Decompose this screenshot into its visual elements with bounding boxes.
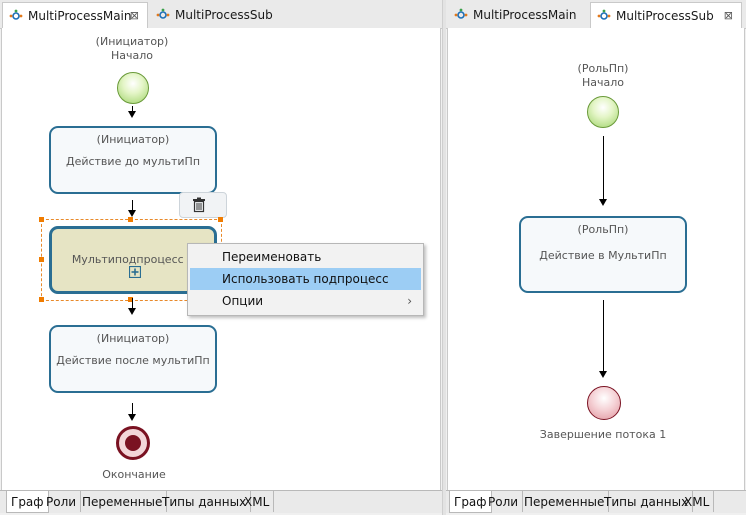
tab-xml[interactable]: XML <box>240 491 275 512</box>
tab-xml[interactable]: XML <box>680 491 715 512</box>
start-role-label: (РольПп) <box>577 62 629 75</box>
end-event[interactable] <box>587 386 621 420</box>
trash-icon <box>193 197 205 213</box>
start-event[interactable] <box>117 72 149 104</box>
resize-handle[interactable] <box>39 257 44 262</box>
menu-item-use-subprocess[interactable]: Использовать подпроцесс <box>190 268 421 290</box>
resize-handle[interactable] <box>39 297 44 302</box>
end-event[interactable] <box>116 426 150 460</box>
close-icon[interactable]: ⊠ <box>130 9 139 22</box>
close-icon[interactable]: ⊠ <box>724 9 733 22</box>
tab-label: MultiProcessMain <box>28 9 132 23</box>
bottom-tab-bar: Граф Роли Переменные Типы данных XML <box>446 490 746 513</box>
process-icon <box>597 9 611 23</box>
task-role: (РольПп) <box>577 223 629 236</box>
graph-canvas[interactable]: (РольПп) Начало (РольПп) Действие в Муль… <box>447 28 745 490</box>
tab-multiprocessmain[interactable]: MultiProcessMain ⊠ <box>2 2 148 29</box>
edge-line <box>603 300 604 371</box>
tab-roles[interactable]: Роли <box>484 491 524 512</box>
edge-line <box>132 403 133 414</box>
edge-line <box>603 136 604 199</box>
task-action-before[interactable]: (Инициатор) Действие до мультиПп <box>49 126 217 194</box>
end-name-label: Завершение потока 1 <box>539 428 667 441</box>
delete-button[interactable] <box>179 192 227 218</box>
tab-label: MultiProcessMain <box>473 8 577 22</box>
process-icon <box>9 9 23 23</box>
tab-multiprocesssub[interactable]: MultiProcessSub ⊠ <box>590 2 742 29</box>
menu-item-options[interactable]: Опции › <box>190 290 421 312</box>
task-name: Действие до мультиПп <box>65 155 201 168</box>
chevron-right-icon: › <box>407 294 412 308</box>
resize-handle[interactable] <box>218 217 223 222</box>
editor-tab-bar: MultiProcessMain MultiProcessSub ⊠ <box>446 0 746 29</box>
tab-roles[interactable]: Роли <box>42 491 82 512</box>
start-role-label: (Инициатор) <box>95 35 169 48</box>
task-role: (Инициатор) <box>96 133 170 146</box>
context-menu: Переименовать Использовать подпроцесс Оп… <box>187 243 424 316</box>
task-action-after[interactable]: (Инициатор) Действие после мультиПп <box>49 325 217 393</box>
start-name-label: Начало <box>110 49 153 62</box>
tab-data-types[interactable]: Типы данных <box>158 491 252 512</box>
tab-multiprocesssub[interactable]: MultiProcessSub <box>150 2 290 28</box>
start-name-label: Начало <box>581 76 624 89</box>
arrow-head <box>128 210 136 217</box>
start-event[interactable] <box>587 96 619 128</box>
bottom-tab-bar: Граф Роли Переменные Типы данных XML <box>0 490 442 513</box>
resize-handle[interactable] <box>39 217 44 222</box>
task-name: Действие после мультиПп <box>56 354 210 367</box>
resize-handle[interactable] <box>128 217 133 222</box>
menu-item-rename[interactable]: Переименовать <box>190 246 421 268</box>
edge-line <box>132 298 133 308</box>
left-editor-pane: MultiProcessMain ⊠ MultiProcessSub (Иниц… <box>0 0 442 515</box>
task-action-in-multipp[interactable]: (РольПп) Действие в МультиПп <box>519 216 687 293</box>
arrow-head <box>128 414 136 421</box>
tab-label: MultiProcessSub <box>616 9 714 23</box>
process-icon <box>156 8 170 22</box>
right-editor-pane: MultiProcessMain MultiProcessSub ⊠ (Роль… <box>446 0 746 515</box>
end-name-label: Окончание <box>102 468 166 481</box>
process-icon <box>454 8 468 22</box>
edge-line <box>132 200 133 210</box>
task-role: (Инициатор) <box>96 332 170 345</box>
tab-multiprocessmain[interactable]: MultiProcessMain <box>448 2 588 28</box>
arrow-head <box>128 308 136 315</box>
editor-tab-bar: MultiProcessMain ⊠ MultiProcessSub <box>0 0 442 29</box>
arrow-head <box>599 199 607 206</box>
tab-label: MultiProcessSub <box>175 8 273 22</box>
arrow-head <box>128 111 136 118</box>
tab-variables[interactable]: Переменные <box>78 491 168 512</box>
task-name: Действие в МультиПп <box>539 249 667 262</box>
tab-variables[interactable]: Переменные <box>520 491 610 512</box>
arrow-head <box>599 371 607 378</box>
expand-icon[interactable] <box>129 266 141 278</box>
